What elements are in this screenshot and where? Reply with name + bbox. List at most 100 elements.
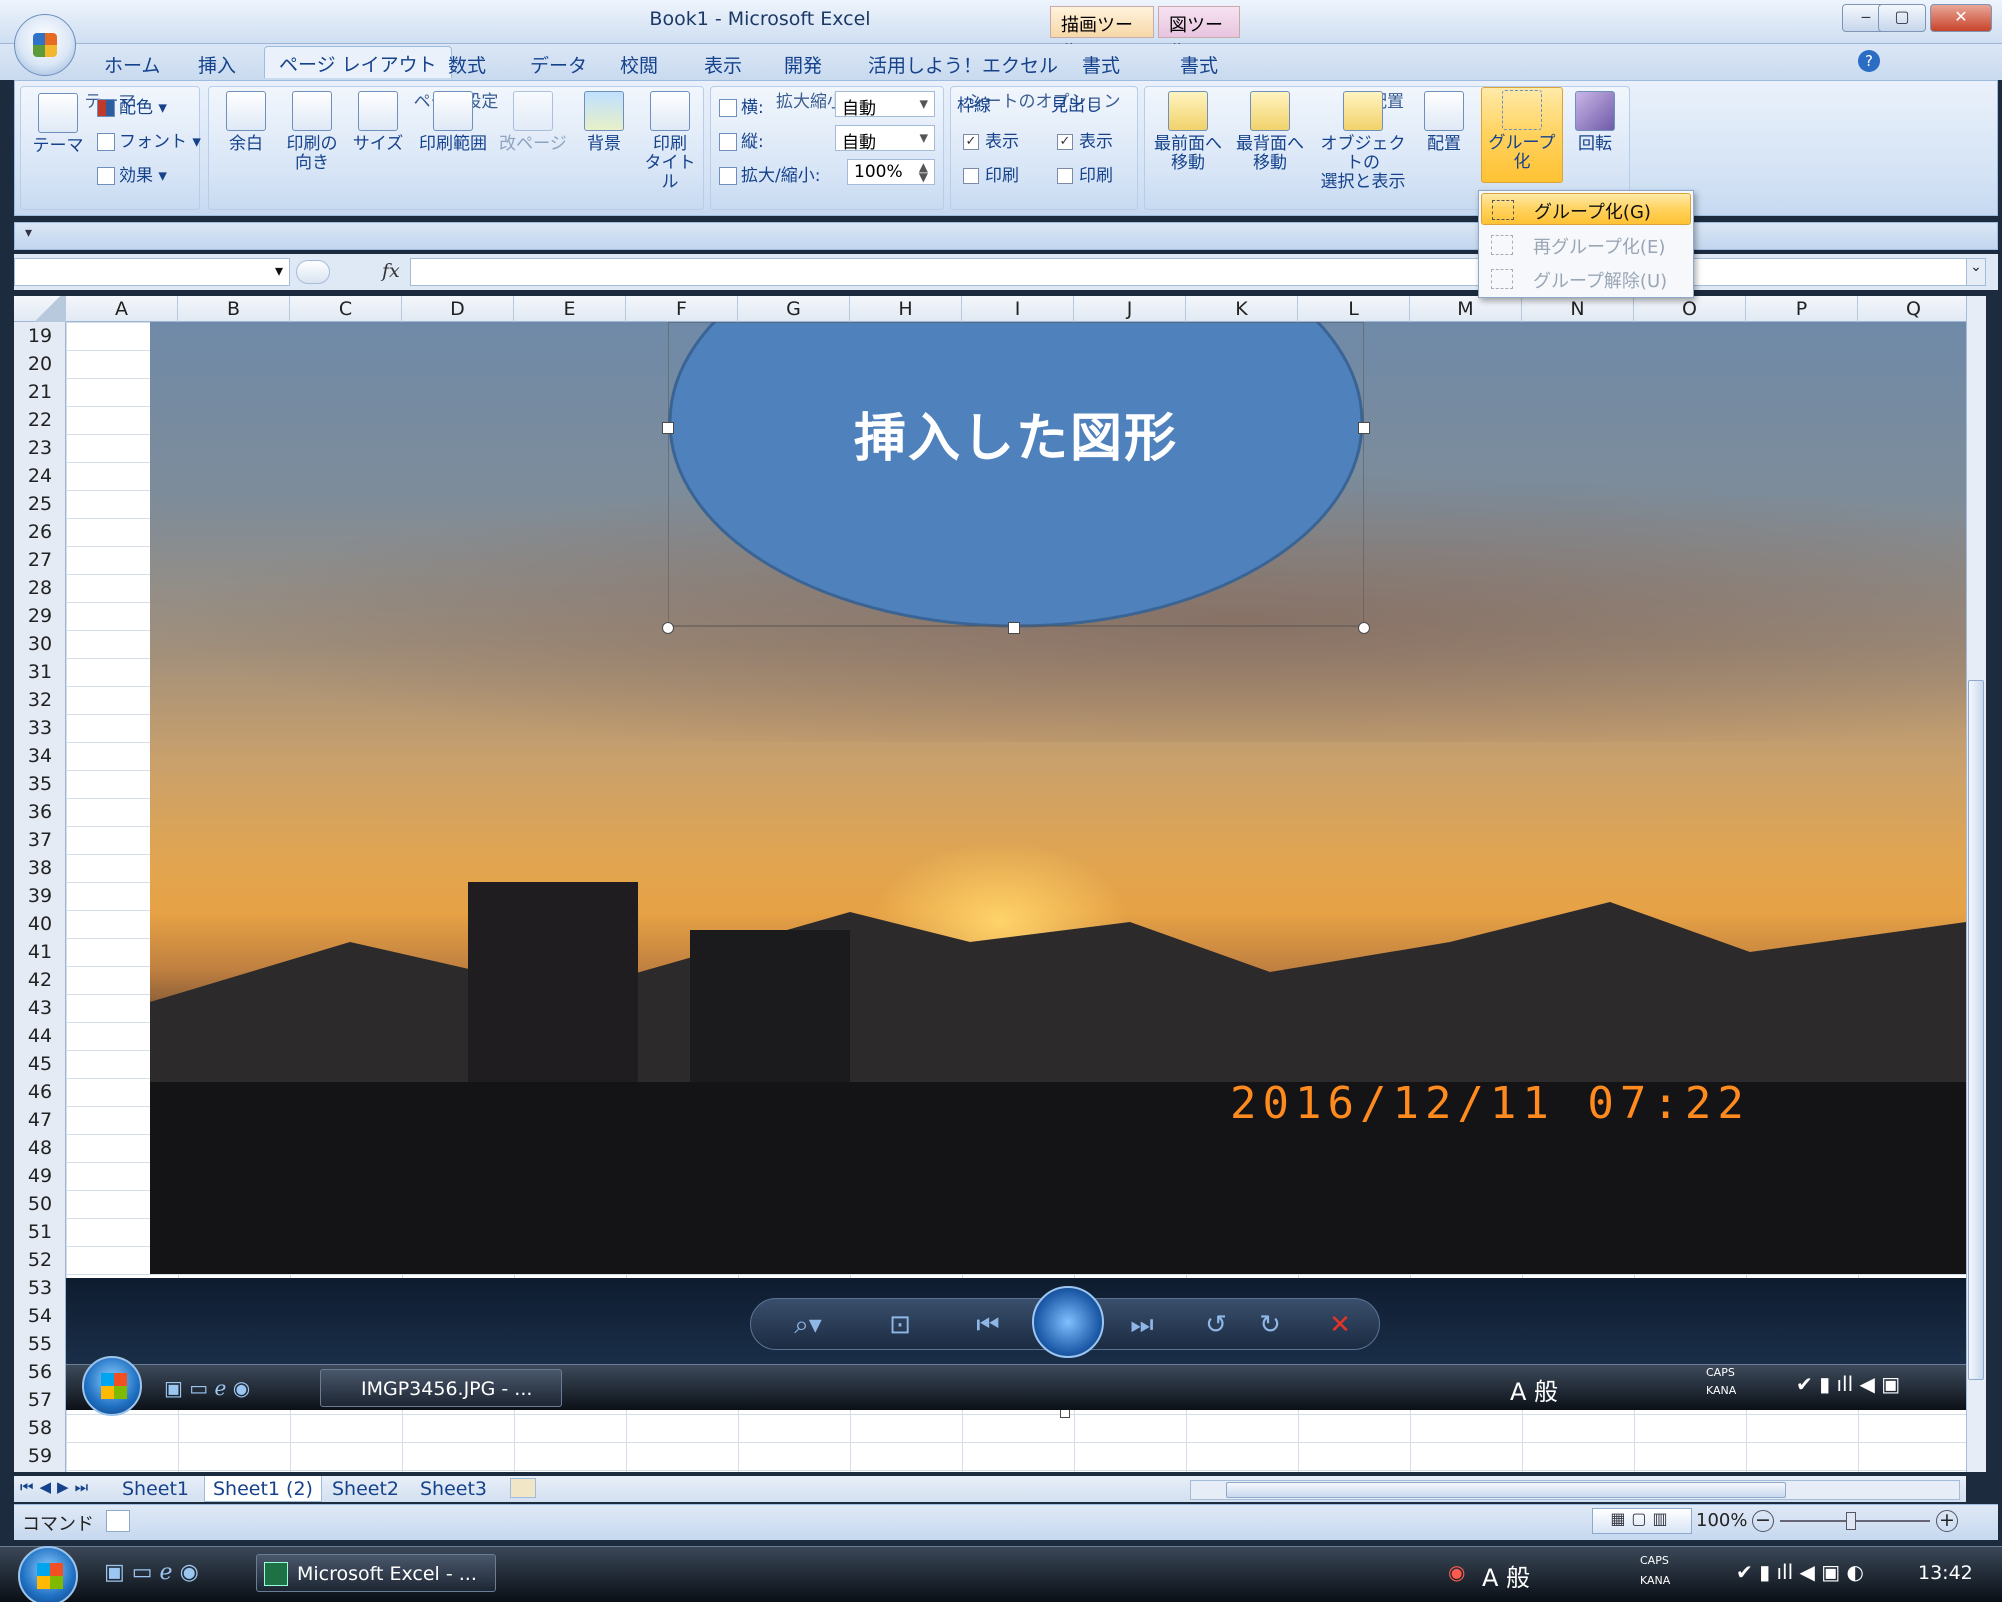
vertical-scroll-thumb[interactable] (1968, 680, 1984, 1380)
column-header-c[interactable]: C (290, 296, 402, 322)
resize-handle[interactable] (1358, 422, 1370, 434)
help-icon[interactable]: ? (1858, 50, 1880, 72)
row-header-38[interactable]: 38 (14, 854, 66, 882)
row-header-59[interactable]: 59 (14, 1442, 66, 1470)
menu-item-group[interactable]: グループ化(G) (1481, 193, 1691, 225)
resize-handle[interactable] (1008, 622, 1020, 634)
row-header-51[interactable]: 51 (14, 1218, 66, 1246)
gridlines-view-checkbox[interactable]: ✓ 表示 (963, 127, 1019, 152)
size-button[interactable]: サイズ (345, 89, 411, 154)
row-header-27[interactable]: 27 (14, 546, 66, 574)
insert-sheet-icon[interactable] (510, 1478, 536, 1498)
row-header-52[interactable]: 52 (14, 1246, 66, 1274)
row-header-29[interactable]: 29 (14, 602, 66, 630)
column-header-k[interactable]: K (1186, 296, 1298, 322)
sheet-tab[interactable]: Sheet3 (412, 1476, 495, 1502)
row-header-35[interactable]: 35 (14, 770, 66, 798)
row-header-53[interactable]: 53 (14, 1274, 66, 1302)
theme-fonts-button[interactable]: フォント ▾ (97, 127, 201, 152)
zoom-in-icon[interactable]: + (1936, 1510, 1958, 1532)
row-header-45[interactable]: 45 (14, 1050, 66, 1078)
tab-home[interactable]: ホーム (90, 48, 174, 80)
send-to-back-button[interactable]: 最背面へ 移動 (1231, 89, 1309, 173)
row-header-25[interactable]: 25 (14, 490, 66, 518)
background-button[interactable]: 背景 (571, 89, 637, 154)
column-header-i[interactable]: I (962, 296, 1074, 322)
row-header-48[interactable]: 48 (14, 1134, 66, 1162)
column-header-f[interactable]: F (626, 296, 738, 322)
row-header-34[interactable]: 34 (14, 742, 66, 770)
qat-chevron-icon[interactable]: ▾ (25, 225, 32, 241)
headings-view-checkbox[interactable]: ✓ 表示 (1057, 127, 1113, 152)
tab-review[interactable]: 校閲 (606, 48, 672, 80)
taskbar-excel-button[interactable]: Microsoft Excel - ... (256, 1554, 496, 1592)
column-header-e[interactable]: E (514, 296, 626, 322)
tab-formulas[interactable]: 数式 (434, 48, 500, 80)
tray-app-icon[interactable]: ◉ (1448, 1560, 1465, 1584)
theme-colors-button[interactable]: 配色 ▾ (97, 93, 167, 118)
row-header-54[interactable]: 54 (14, 1302, 66, 1330)
close-button[interactable]: ✕ (1930, 4, 1992, 32)
column-header-n[interactable]: N (1522, 296, 1634, 322)
tab-view[interactable]: 表示 (690, 48, 756, 80)
tab-insert[interactable]: 挿入 (184, 48, 250, 80)
theme-effects-button[interactable]: 効果 ▾ (97, 161, 167, 186)
column-header-p[interactable]: P (1746, 296, 1858, 322)
margins-button[interactable]: 余白 (213, 89, 279, 154)
menu-item-regroup[interactable]: 再グループ化(E) (1481, 229, 1691, 261)
row-header-26[interactable]: 26 (14, 518, 66, 546)
fx-icon[interactable]: fx (382, 260, 400, 282)
row-header-22[interactable]: 22 (14, 406, 66, 434)
column-header-j[interactable]: J (1074, 296, 1186, 322)
quick-launch-icons[interactable]: ▣ ▭ ℯ ◉ (104, 1560, 199, 1585)
tab-data[interactable]: データ (516, 48, 601, 80)
row-header-47[interactable]: 47 (14, 1106, 66, 1134)
headings-print-checkbox[interactable]: 印刷 (1057, 161, 1113, 186)
group-button[interactable]: グループ化 (1481, 87, 1563, 183)
row-header-28[interactable]: 28 (14, 574, 66, 602)
gridlines-print-checkbox[interactable]: 印刷 (963, 161, 1019, 186)
row-header-56[interactable]: 56 (14, 1358, 66, 1386)
column-header-a[interactable]: A (66, 296, 178, 322)
menu-item-ungroup[interactable]: グループ解除(U) (1481, 263, 1691, 295)
row-header-30[interactable]: 30 (14, 630, 66, 658)
tab-format-drawing[interactable]: 書式 (1068, 48, 1134, 80)
row-header-43[interactable]: 43 (14, 994, 66, 1022)
sheet-tab-active[interactable]: Sheet1 (2) (204, 1476, 322, 1502)
row-header-57[interactable]: 57 (14, 1386, 66, 1414)
tab-developer[interactable]: 開発 (770, 48, 836, 80)
selection-pane-button[interactable]: オブジェクトの 選択と表示 (1313, 89, 1413, 192)
row-header-55[interactable]: 55 (14, 1330, 66, 1358)
column-header-q[interactable]: Q (1858, 296, 1970, 322)
print-area-button[interactable]: 印刷範囲 (411, 89, 495, 154)
ime-indicator[interactable]: A 般 (1482, 1558, 1530, 1593)
scale-spinner[interactable]: 100% ▲ ▼ (847, 159, 935, 185)
row-header-37[interactable]: 37 (14, 826, 66, 854)
bring-to-front-button[interactable]: 最前面へ 移動 (1149, 89, 1227, 173)
themes-button[interactable]: テーマ (25, 91, 91, 156)
name-box[interactable]: ▾ (14, 258, 290, 286)
row-header-49[interactable]: 49 (14, 1162, 66, 1190)
print-titles-button[interactable]: 印刷 タイトル (637, 89, 703, 192)
maximize-button[interactable]: ▢ (1878, 4, 1926, 32)
row-header-40[interactable]: 40 (14, 910, 66, 938)
height-combo[interactable]: 自動 ▾ (835, 125, 935, 153)
row-header-31[interactable]: 31 (14, 658, 66, 686)
row-header-39[interactable]: 39 (14, 882, 66, 910)
tab-format-picture[interactable]: 書式 (1166, 48, 1232, 80)
row-header-21[interactable]: 21 (14, 378, 66, 406)
align-button[interactable]: 配置 (1415, 89, 1473, 154)
breaks-button[interactable]: 改ページ (497, 89, 569, 154)
select-all-button[interactable] (14, 296, 66, 322)
column-header-l[interactable]: L (1298, 296, 1410, 322)
row-header-36[interactable]: 36 (14, 798, 66, 826)
row-header-32[interactable]: 32 (14, 686, 66, 714)
formula-expand-handle[interactable] (296, 260, 330, 284)
view-buttons[interactable]: ▦▢▥ (1592, 1508, 1692, 1534)
row-header-41[interactable]: 41 (14, 938, 66, 966)
tray-icons[interactable]: ✔ ▮ ıll ◀ ▣ ◐ (1736, 1560, 1864, 1584)
row-header-44[interactable]: 44 (14, 1022, 66, 1050)
clock[interactable]: 13:42 (1918, 1562, 1973, 1584)
zoom-slider-thumb[interactable] (1846, 1512, 1856, 1530)
rotate-button[interactable]: 回転 (1565, 89, 1625, 154)
